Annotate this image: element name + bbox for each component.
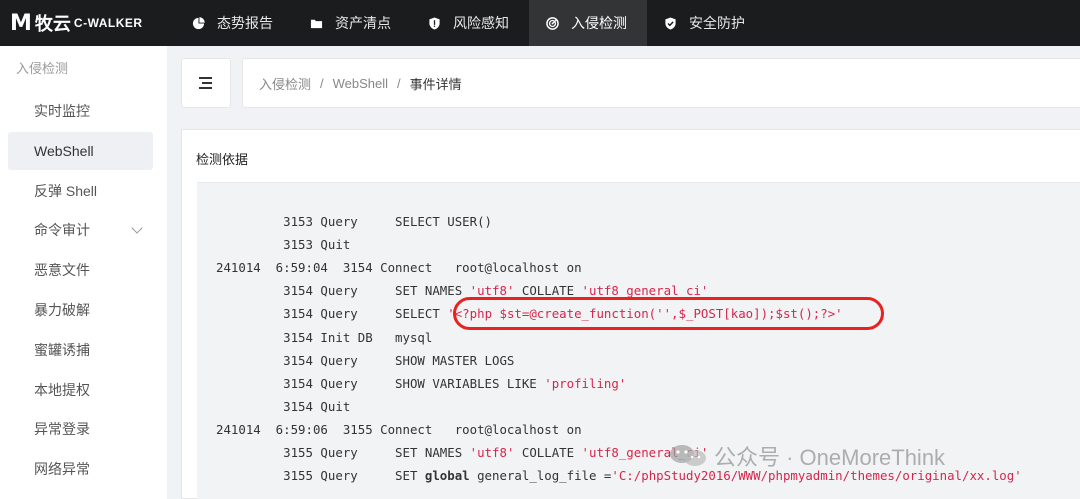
menu-toggle-button[interactable]: [181, 58, 231, 108]
nav-label: 资产清点: [335, 15, 391, 31]
sidebar-item-brute-force[interactable]: 暴力破解: [8, 291, 153, 329]
log-text: 3155 Query SET: [216, 468, 425, 484]
log-text: 3154 Query SET NAMES: [216, 283, 470, 299]
log-text: 3153 Quit: [216, 237, 351, 253]
log-code-block: 3153 Query SELECT USER() 3153 Quit 241014…: [197, 182, 1080, 499]
shield-check-icon: [665, 16, 676, 30]
sidebar-item-webshell[interactable]: WebShell: [8, 131, 153, 170]
nav-tab-risk-perception[interactable]: 风险感知: [411, 0, 529, 46]
sidebar-item-reverse-shell[interactable]: 反弹 Shell: [8, 172, 153, 210]
nav-label: 风险感知: [453, 15, 509, 31]
log-line: 3154 Query SHOW MASTER LOGS: [216, 353, 514, 368]
top-nav-bar: M 牧云 C-WALKER 态势报告 资产清点 风险感知 入侵检测 安全防护: [0, 0, 1080, 46]
log-text: COLLATE: [514, 445, 582, 460]
log-line: 3155 Query SET NAMES 'utf8' COLLATE 'utf…: [216, 445, 708, 460]
brand-mark: M: [10, 10, 32, 36]
sidebar-item-network-anomaly[interactable]: 网络异常: [8, 450, 153, 488]
nav-label: 态势报告: [217, 15, 273, 31]
sidebar-item-label: 命令审计: [34, 222, 90, 239]
pie-chart-icon: [192, 16, 205, 29]
folder-icon: [310, 19, 323, 28]
sidebar-item-malicious-file[interactable]: 恶意文件: [8, 251, 153, 289]
sidebar: 入侵检测 实时监控 WebShell 反弹 Shell 命令审计 恶意文件 暴力…: [0, 46, 167, 499]
log-line: 241014 6:59:04 3154 Connect root@localho…: [216, 260, 582, 275]
log-line: 3154 Quit: [216, 399, 350, 414]
log-keyword: global: [424, 468, 470, 484]
nav-tab-situation-report[interactable]: 态势报告: [175, 0, 293, 46]
sidebar-item-command-audit[interactable]: 命令审计: [8, 211, 153, 249]
brand-name-cn: 牧云: [34, 14, 71, 34]
wechat-icon: [670, 445, 706, 466]
log-text: 3154 Query SHOW MASTER LOGS: [216, 352, 515, 368]
sidebar-item-privilege-escalation[interactable]: 本地提权: [8, 371, 153, 409]
log-text: general_log_file =: [469, 468, 612, 484]
breadcrumb-item-event-detail: 事件详情: [409, 76, 462, 92]
nav-label: 入侵检测: [571, 15, 627, 31]
sidebar-item-abnormal-login[interactable]: 异常登录: [8, 410, 153, 448]
nav-tab-asset-inventory[interactable]: 资产清点: [293, 0, 411, 46]
log-string-literal: 'utf8': [469, 445, 515, 460]
log-text: 241014 6:59:06 3155 Connect root@localho…: [216, 421, 582, 437]
log-text: 3154 Quit: [216, 398, 351, 414]
log-text: 3155 Query SET NAMES: [216, 445, 470, 460]
sidebar-item-honeypot[interactable]: 蜜罐诱捕: [8, 331, 153, 369]
watermark-text: 公众号 · OneMoreThink: [714, 445, 946, 470]
breadcrumb-item-webshell[interactable]: WebShell: [333, 76, 388, 91]
log-text: 3154 Init DB mysql: [216, 329, 433, 345]
sidebar-item-realtime-monitor[interactable]: 实时监控: [8, 92, 153, 130]
sidebar-heading: 入侵检测: [16, 61, 69, 76]
log-line: 3154 Query SHOW VARIABLES LIKE 'profilin…: [216, 376, 626, 391]
nav-tab-intrusion-detection[interactable]: 入侵检测: [529, 0, 647, 46]
log-string-literal: 'profiling': [544, 375, 627, 391]
brand-logo[interactable]: M 牧云 C-WALKER: [0, 10, 175, 36]
log-line: 3154 Init DB mysql: [216, 330, 432, 345]
watermark: 公众号 · OneMoreThink: [668, 440, 945, 472]
breadcrumb-separator: /: [397, 75, 401, 91]
nav-tab-security-protection[interactable]: 安全防护: [647, 0, 765, 46]
breadcrumb: 入侵检测 / WebShell / 事件详情: [242, 58, 1080, 108]
log-text: 3154 Query SELECT: [216, 306, 448, 322]
nav-label: 安全防护: [689, 15, 745, 31]
radar-icon: [546, 16, 559, 30]
log-text: 241014 6:59:04 3154 Connect root@localho…: [216, 260, 582, 276]
log-text: 3154 Query SHOW VARIABLES LIKE: [216, 375, 545, 391]
log-text: 3153 Query SELECT USER(): [216, 214, 493, 229]
log-line: 241014 6:59:06 3155 Connect root@localho…: [216, 422, 582, 437]
section-title: 检测依据: [196, 152, 249, 167]
breadcrumb-separator: /: [320, 75, 324, 91]
brand-name-en: C-WALKER: [73, 16, 143, 30]
shield-warning-icon: [429, 16, 440, 30]
breadcrumb-item-intrusion-detection[interactable]: 入侵检测: [259, 74, 311, 93]
highlight-annotation: [453, 297, 884, 330]
chevron-down-icon: [131, 222, 143, 235]
menu-icon: [199, 77, 212, 89]
log-line: 3153 Quit: [216, 237, 350, 252]
log-line: 3153 Query SELECT USER(): [216, 214, 492, 229]
